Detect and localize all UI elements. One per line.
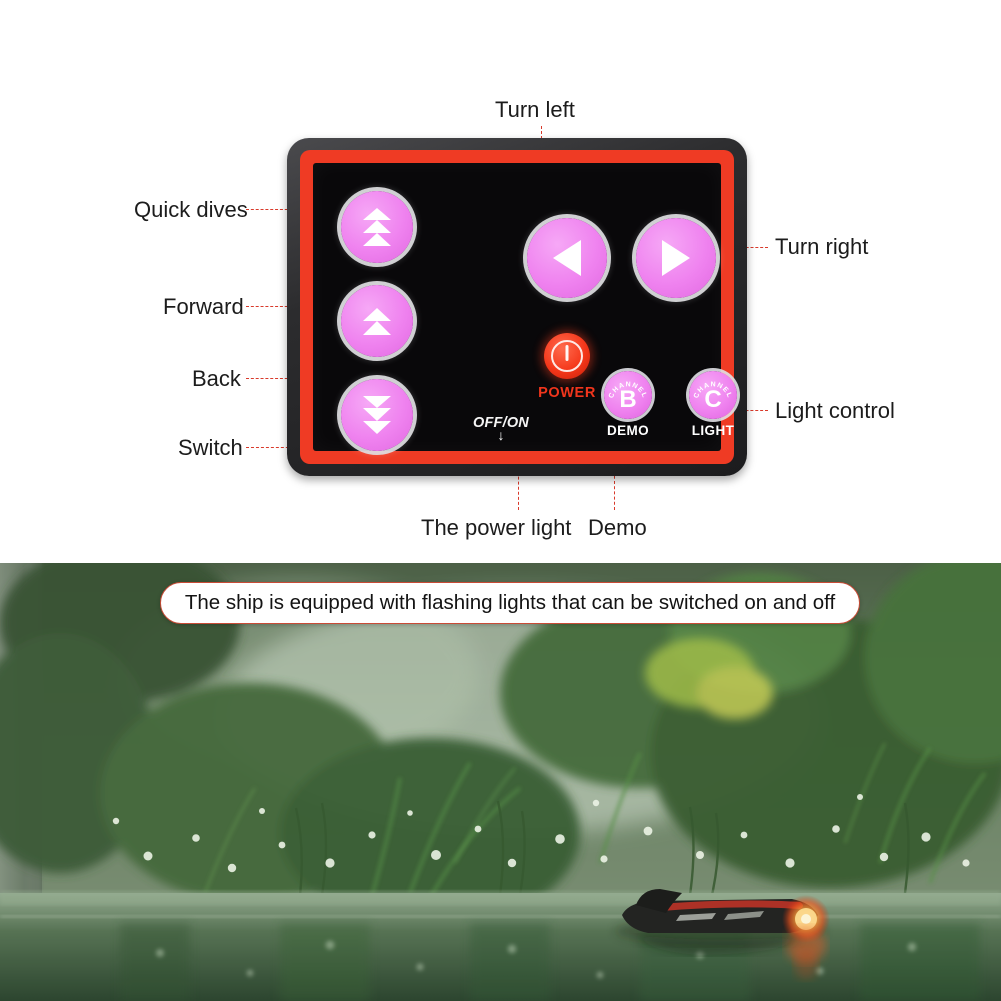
callout-label-power-light: The power light (421, 515, 572, 540)
power-button[interactable] (544, 333, 590, 379)
svg-text:C: C (704, 386, 721, 413)
left-triangle-icon (551, 239, 583, 277)
forward-button[interactable] (341, 285, 413, 357)
channel-b-button[interactable]: CHANNEL B (604, 371, 652, 419)
demo-label: DEMO (606, 423, 650, 438)
right-triangle-icon (660, 239, 692, 277)
callout-label-back: Back (192, 366, 241, 391)
remote-control-body: POWER OFF/ON ↓ CHANNEL B DEMO CHANNEL C … (287, 138, 747, 476)
triple-up-arrow-icon (360, 207, 394, 247)
callout-label-light-control: Light control (775, 398, 895, 423)
callout-label-turn-left: Turn left (495, 97, 575, 122)
remote-black-panel: POWER OFF/ON ↓ CHANNEL B DEMO CHANNEL C … (313, 163, 737, 451)
remote-diagram-section: Quick dives Forward Back Switch Turn lef… (0, 0, 1001, 563)
photo-caption-text: The ship is equipped with flashing light… (184, 591, 836, 614)
callout-label-switch: Switch (178, 435, 243, 460)
quick-dive-button[interactable] (341, 191, 413, 263)
back-button[interactable] (341, 379, 413, 451)
light-button-group[interactable]: CHANNEL C LIGHT (680, 371, 746, 438)
turn-left-button[interactable] (527, 218, 607, 298)
double-up-arrow-icon (360, 307, 394, 336)
callout-label-demo: Demo (588, 515, 647, 540)
product-infographic-page: Quick dives Forward Back Switch Turn lef… (0, 0, 1001, 1001)
triple-down-arrow-icon (360, 395, 394, 435)
callout-label-quick-dives: Quick dives (134, 197, 248, 222)
offon-switch-marking[interactable]: OFF/ON ↓ (453, 415, 549, 443)
demo-button-group[interactable]: CHANNEL B DEMO (595, 371, 661, 438)
photo-caption-banner: The ship is equipped with flashing light… (160, 582, 860, 624)
light-label: LIGHT (691, 423, 735, 438)
turn-right-button[interactable] (636, 218, 716, 298)
callout-label-forward: Forward (163, 294, 244, 319)
remote-red-frame: POWER OFF/ON ↓ CHANNEL B DEMO CHANNEL C … (300, 150, 737, 464)
callout-label-turn-right: Turn right (775, 234, 869, 259)
product-photo-section: The ship is equipped with flashing light… (0, 563, 1001, 1001)
svg-text:B: B (619, 386, 636, 413)
power-icon (551, 340, 583, 372)
channel-c-button[interactable]: CHANNEL C (689, 371, 737, 419)
pond-scene-photo (0, 563, 1001, 1001)
down-arrow-icon: ↓ (497, 427, 505, 443)
